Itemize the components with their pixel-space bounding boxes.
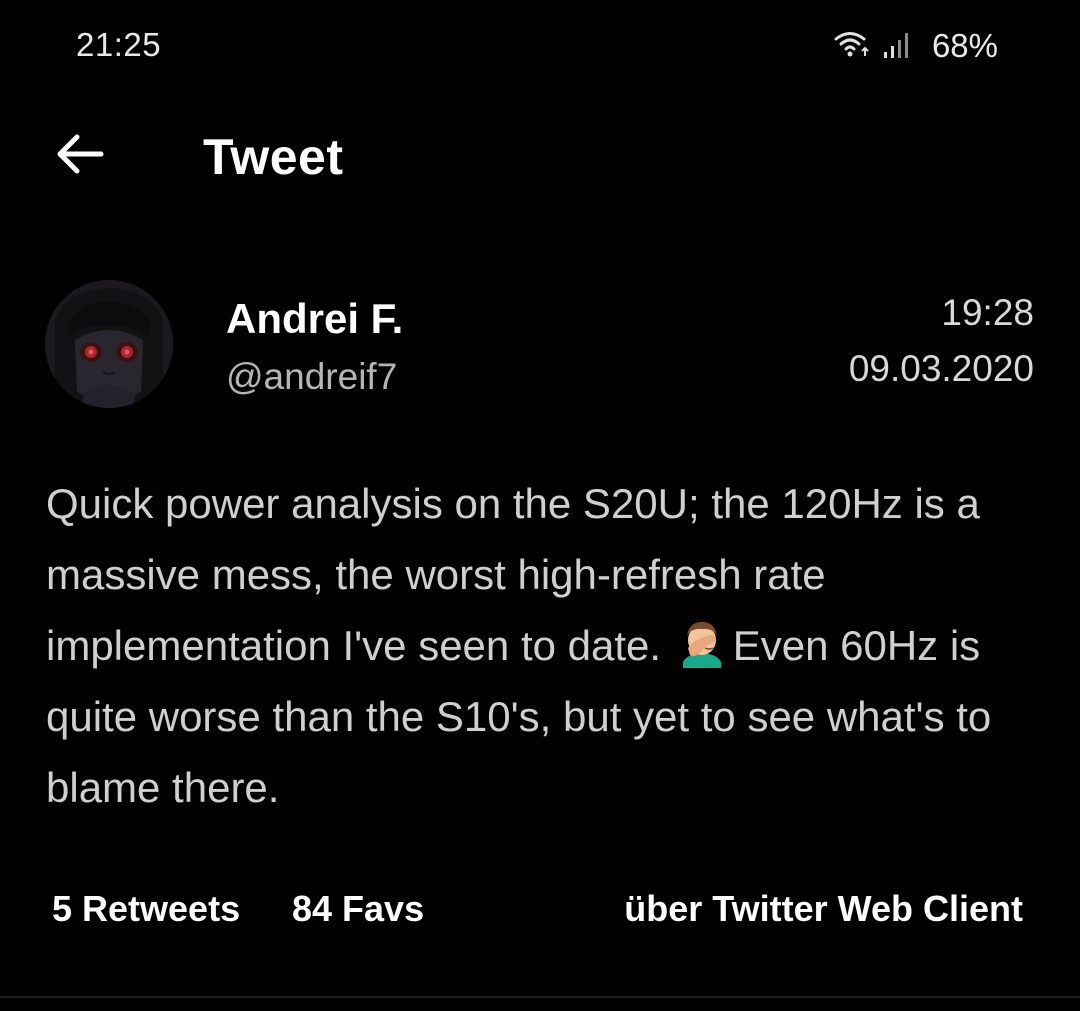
tweet-source[interactable]: über Twitter Web Client	[624, 888, 1023, 930]
tweet-header: Andrei F. @andreif7 19:28 09.03.2020	[0, 278, 1080, 413]
back-button[interactable]	[50, 128, 110, 184]
battery-level: 68%	[931, 27, 998, 64]
status-bar: 21:25 68%	[0, 0, 1080, 90]
divider	[0, 996, 1080, 998]
wifi-icon	[832, 28, 872, 65]
app-bar: Tweet	[0, 110, 1080, 200]
status-icons: 68%	[832, 26, 998, 66]
author-name[interactable]: Andrei F.	[226, 295, 403, 343]
tweet-stats: 5 Retweets 84 Favs über Twitter Web Clie…	[0, 880, 1080, 940]
status-time: 21:25	[76, 26, 162, 63]
favs-count[interactable]: 84 Favs	[292, 888, 424, 930]
signal-icon	[882, 28, 912, 65]
avatar[interactable]	[45, 280, 173, 408]
arrow-left-icon	[55, 132, 105, 181]
author-handle[interactable]: @andreif7	[226, 356, 397, 398]
facepalm-emoji-icon	[677, 618, 727, 668]
retweets-count[interactable]: 5 Retweets	[52, 888, 240, 930]
tweet-text: Quick power analysis on the S20U; the 12…	[46, 468, 1046, 823]
tweet-time: 19:28	[941, 292, 1034, 333]
page-title: Tweet	[203, 129, 344, 185]
tweet-date: 09.03.2020	[848, 348, 1034, 389]
